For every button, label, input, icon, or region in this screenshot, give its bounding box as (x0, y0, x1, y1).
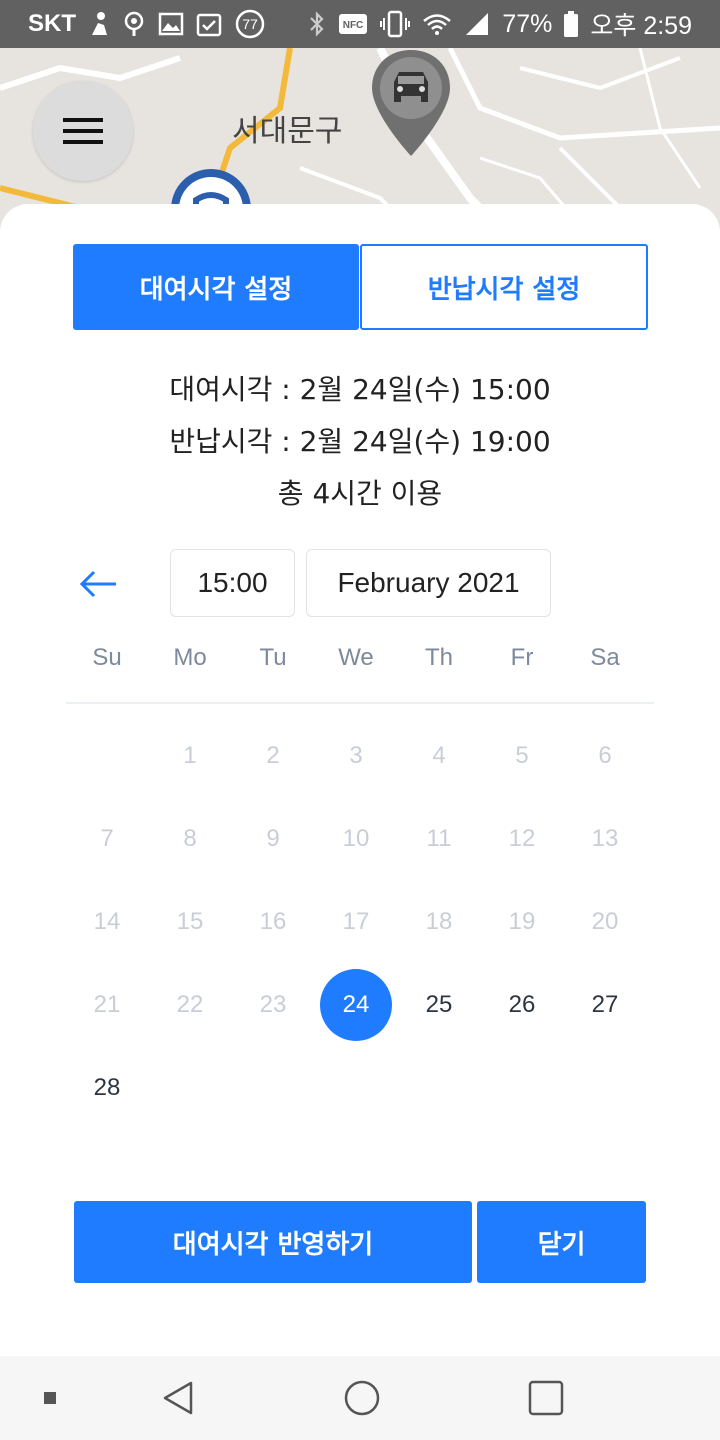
calendar-day: 18 (425, 908, 453, 935)
calendar-day[interactable]: 25 (403, 969, 475, 1041)
calendar-day: 22 (176, 991, 204, 1018)
calendar-day: 7 (100, 825, 114, 852)
nfc-icon: NFC (338, 12, 368, 36)
clock: 오후 2:59 (590, 12, 692, 40)
weekday-we: We (338, 644, 374, 671)
car-pin-icon[interactable] (368, 48, 454, 162)
podcast-icon (122, 11, 146, 37)
calendar-day: 10 (342, 825, 370, 852)
calendar-day: 13 (591, 825, 619, 852)
close-button[interactable]: 닫기 (477, 1201, 646, 1283)
calendar-day: 16 (259, 908, 287, 935)
image-icon (158, 12, 184, 36)
calendar-day: 4 (432, 742, 446, 769)
nav-dot-icon[interactable] (30, 1356, 70, 1440)
status-left: SKT 77 (28, 8, 266, 40)
calendar-day: 1 (183, 742, 197, 769)
calendar-day: 14 (93, 908, 121, 935)
battery-icon (564, 11, 579, 37)
district-label: 서대문구 (232, 114, 343, 149)
calendar-day: 9 (266, 825, 280, 852)
signal-icon (464, 11, 490, 37)
calendar-check-icon (196, 11, 222, 37)
back-icon[interactable] (150, 1356, 206, 1440)
recents-icon[interactable] (518, 1356, 574, 1440)
calendar-day: 6 (598, 742, 612, 769)
calendar-day: 15 (176, 908, 204, 935)
person-icon (88, 11, 110, 37)
tab-return-time[interactable]: 반납시각 설정 (360, 244, 648, 330)
calendar-day: 11 (426, 825, 452, 852)
carrier-label: SKT (28, 10, 76, 37)
calendar-day[interactable]: 28 (71, 1052, 143, 1124)
time-selector[interactable]: 15:00 (170, 549, 295, 617)
calendar-day: 12 (508, 825, 536, 852)
calendar-day: 23 (259, 991, 287, 1018)
month-selector[interactable]: February 2021 (306, 549, 551, 617)
menu-icon (63, 118, 103, 144)
total-duration-text: 총 4시간 이용 (277, 477, 443, 510)
weekday-fr: Fr (510, 644, 534, 671)
calendar-day: 8 (183, 825, 197, 852)
bluetooth-icon (308, 10, 326, 38)
calendar-day[interactable]: 26 (486, 969, 558, 1041)
svg-text:NFC: NFC (343, 20, 364, 31)
tab-rental-time[interactable]: 대여시각 설정 (73, 244, 359, 330)
datetime-sheet: 대여시각 설정 반납시각 설정 대여시각 : 2월 24일(수) 15:00 반… (0, 204, 720, 1356)
status-bar: SKT 77 NFC 77% 오후 2:59 (0, 0, 720, 48)
weekday-su: Su (92, 644, 122, 671)
weekday-sa: Sa (590, 644, 620, 671)
badge-icon: 77 (234, 8, 266, 40)
navigation-bar (0, 1356, 720, 1440)
calendar-day: 17 (342, 908, 370, 935)
wifi-icon (422, 12, 452, 36)
menu-button[interactable] (33, 81, 133, 181)
status-right: NFC 77% 오후 2:59 (308, 6, 692, 42)
calendar-day: 3 (349, 742, 363, 769)
return-time-text: 반납시각 : 2월 24일(수) 19:00 (169, 425, 551, 458)
vibrate-icon (380, 10, 411, 38)
weekday-mo: Mo (173, 644, 207, 671)
calendar-day: 5 (515, 742, 529, 769)
calendar-day: 19 (508, 908, 536, 935)
back-arrow-icon[interactable] (78, 564, 118, 604)
weekday-header: Su Mo Tu We Th Fr Sa (66, 644, 654, 704)
battery-percent: 77% (502, 9, 553, 38)
apply-rental-time-button[interactable]: 대여시각 반영하기 (74, 1201, 472, 1283)
weekday-tu: Tu (259, 644, 287, 671)
rental-time-text: 대여시각 : 2월 24일(수) 15:00 (169, 373, 551, 406)
selected-day[interactable]: 24 (320, 969, 392, 1041)
time-tabs: 대여시각 설정 반납시각 설정 (73, 244, 648, 330)
reservation-summary: 대여시각 : 2월 24일(수) 15:00 반납시각 : 2월 24일(수) … (0, 364, 720, 520)
home-icon[interactable] (334, 1356, 390, 1440)
calendar-day: 2 (266, 742, 280, 769)
calendar-day: 21 (93, 991, 121, 1018)
weekday-th: Th (424, 644, 453, 671)
calendar-day[interactable]: 27 (569, 969, 641, 1041)
notification-badge-count: 77 (242, 16, 258, 32)
calendar-day: 20 (591, 908, 619, 935)
